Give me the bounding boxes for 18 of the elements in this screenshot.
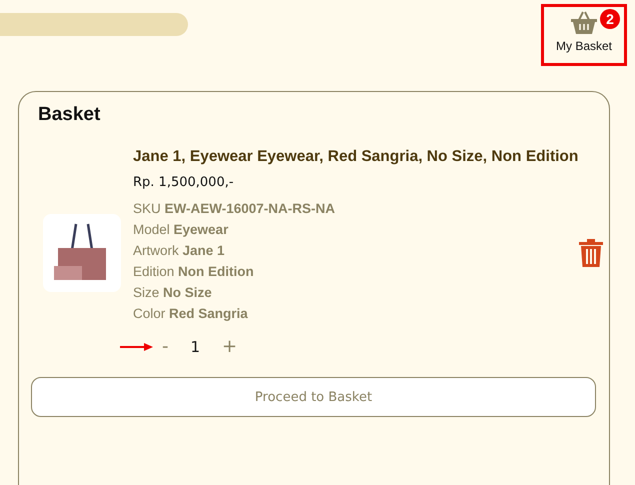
attribute-line: Size No Size xyxy=(133,284,213,302)
arrow-icon xyxy=(120,342,154,352)
attribute-line: Model Eyewear xyxy=(133,221,230,239)
basket-title: Basket xyxy=(38,104,100,126)
quantity-value: 1 xyxy=(190,338,200,356)
product-name: Jane 1, Eyewear Eyewear, Red Sangria, No Size, Non Edition xyxy=(133,148,578,166)
attribute-line: SKU EW-AEW-16007-NA-RS-NA xyxy=(133,200,336,218)
trash-icon[interactable] xyxy=(578,238,604,268)
increase-button[interactable]: + xyxy=(214,336,246,357)
basket-button[interactable]: My Basket 2 xyxy=(541,4,627,66)
proceed-button[interactable]: Proceed to Basket xyxy=(31,377,596,417)
basket-icon xyxy=(570,11,598,35)
attribute-line: Edition Non Edition xyxy=(133,263,255,281)
count-badge: 2 xyxy=(600,9,620,29)
decrease-button[interactable]: - xyxy=(154,336,176,357)
product-price: Rp. 1,500,000,- xyxy=(133,175,235,190)
attribute-line: Color Red Sangria xyxy=(133,305,249,323)
attribute-line: Artwork Jane 1 xyxy=(133,242,226,260)
